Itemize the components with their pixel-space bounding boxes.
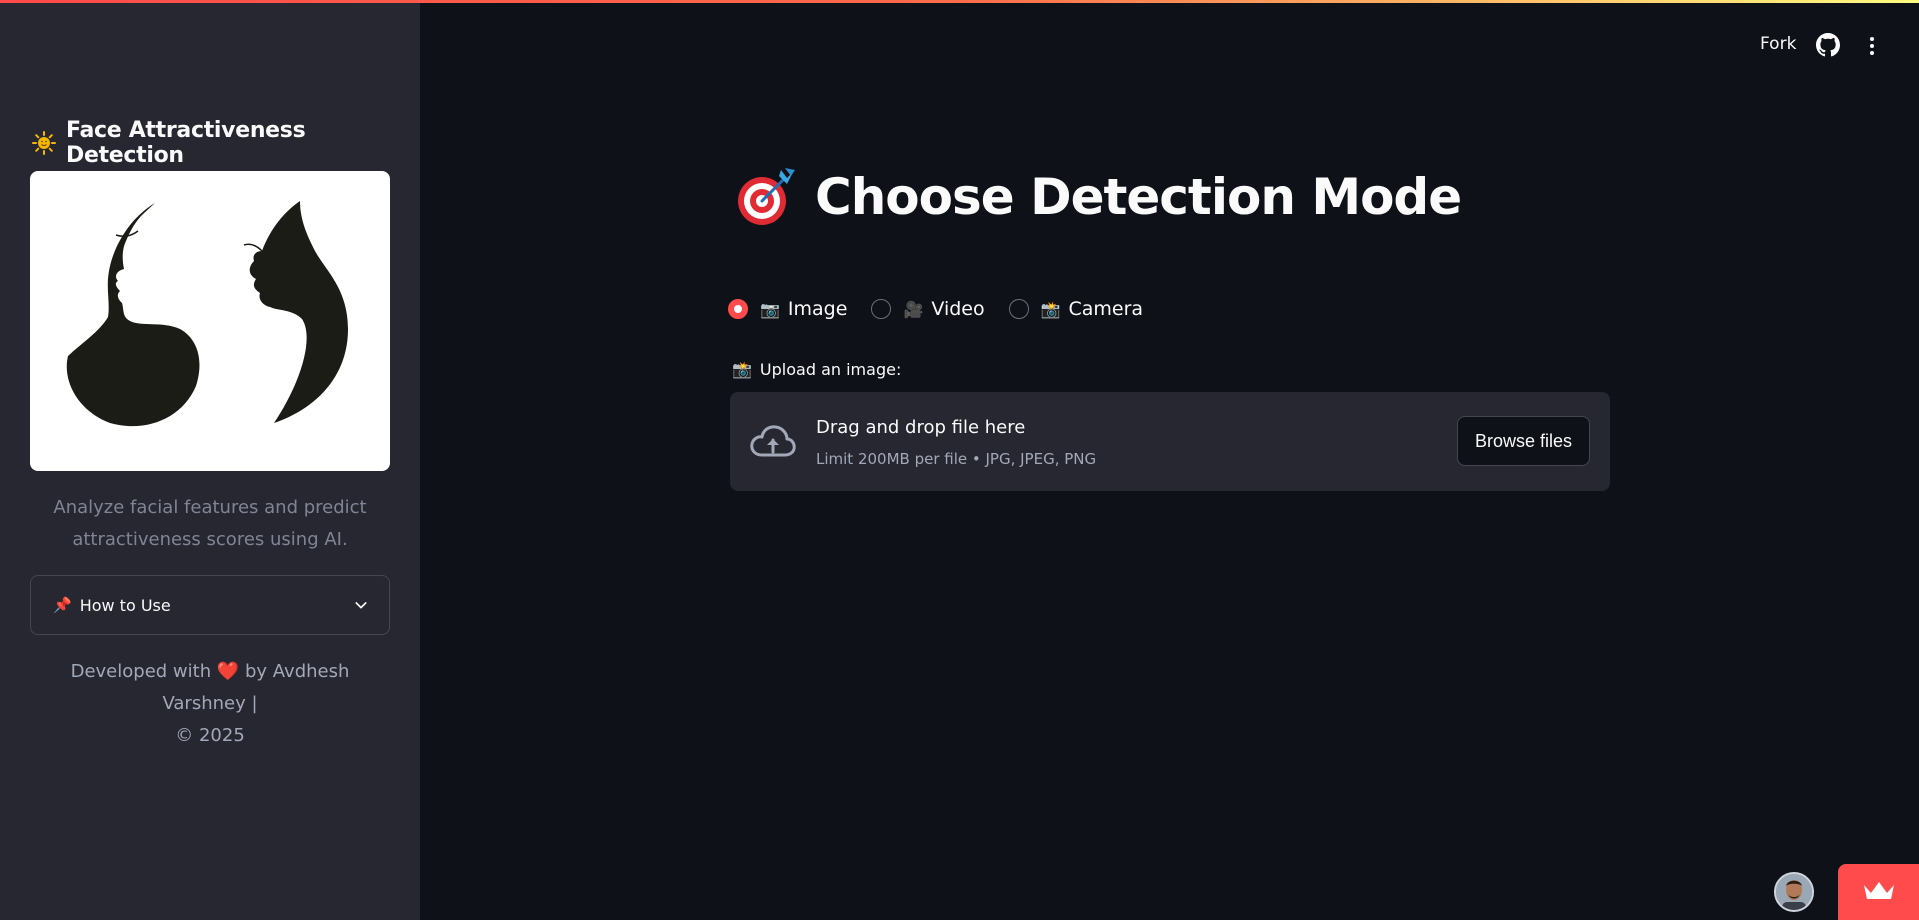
browse-files-button[interactable]: Browse files — [1457, 416, 1590, 466]
sidebar: Face Attractiveness Detection Analyze fa… — [0, 0, 420, 920]
expander-label: How to Use — [79, 595, 171, 615]
streamlit-crown-button[interactable] — [1838, 864, 1919, 920]
camera-flash-icon: 📸 — [732, 360, 752, 379]
file-dropzone[interactable]: Drag and drop file here Limit 200MB per … — [730, 392, 1610, 491]
radio-circle[interactable] — [1008, 299, 1029, 319]
page-title-text: Choose Detection Mode — [815, 168, 1462, 226]
top-decoration-bar — [0, 0, 1919, 3]
page-title: Choose Detection Mode — [735, 166, 1462, 228]
dropzone-limit: Limit 200MB per file • JPG, JPEG, PNG — [816, 450, 1097, 468]
detection-mode-radio-group: 📷 Image 🎥 Video 📸 Camera — [728, 298, 1167, 320]
camera-flash-icon: 📸 — [1040, 299, 1061, 319]
chevron-down-icon — [355, 599, 367, 611]
footer-copyright: © 2025 — [175, 725, 245, 746]
radio-camera[interactable]: 📸 Camera — [1008, 298, 1144, 320]
uploader-label: 📸 Upload an image: — [732, 360, 901, 379]
cloud-upload-icon — [748, 421, 796, 463]
radio-label-image: Image — [787, 298, 848, 320]
camera-icon: 📷 — [760, 299, 780, 319]
sidebar-description: Analyze facial features and predict attr… — [53, 497, 367, 550]
kebab-menu-icon[interactable] — [1862, 35, 1882, 57]
crown-icon — [1862, 879, 1896, 905]
avatar[interactable] — [1774, 872, 1814, 912]
radio-label-camera: Camera — [1068, 298, 1144, 320]
fork-button[interactable]: Fork — [1760, 34, 1796, 54]
dropzone-instructions: Drag and drop file here — [816, 417, 1026, 438]
target-icon — [735, 166, 797, 228]
face-silhouettes-image — [30, 171, 390, 471]
sun-icon — [32, 131, 56, 155]
footer-prefix: Developed with — [70, 661, 212, 682]
sidebar-title: Face Attractiveness Detection — [32, 118, 420, 168]
radio-label-video: Video — [931, 298, 985, 320]
radio-video[interactable]: 🎥 Video — [871, 298, 985, 320]
how-to-use-expander[interactable]: 📌 How to Use — [30, 575, 390, 635]
radio-circle-selected[interactable] — [728, 299, 748, 319]
video-camera-icon: 🎥 — [903, 299, 924, 319]
uploader-label-text: Upload an image: — [759, 360, 902, 379]
sidebar-footer: Developed with ❤️ by Avdhesh Varshney | … — [30, 656, 390, 752]
github-icon[interactable] — [1816, 33, 1840, 57]
heart-icon: ❤️ — [216, 661, 240, 682]
radio-image[interactable]: 📷 Image — [728, 298, 847, 320]
radio-circle[interactable] — [871, 299, 892, 319]
sidebar-title-text: Face Attractiveness Detection — [66, 118, 306, 168]
pushpin-icon: 📌 — [53, 596, 72, 614]
